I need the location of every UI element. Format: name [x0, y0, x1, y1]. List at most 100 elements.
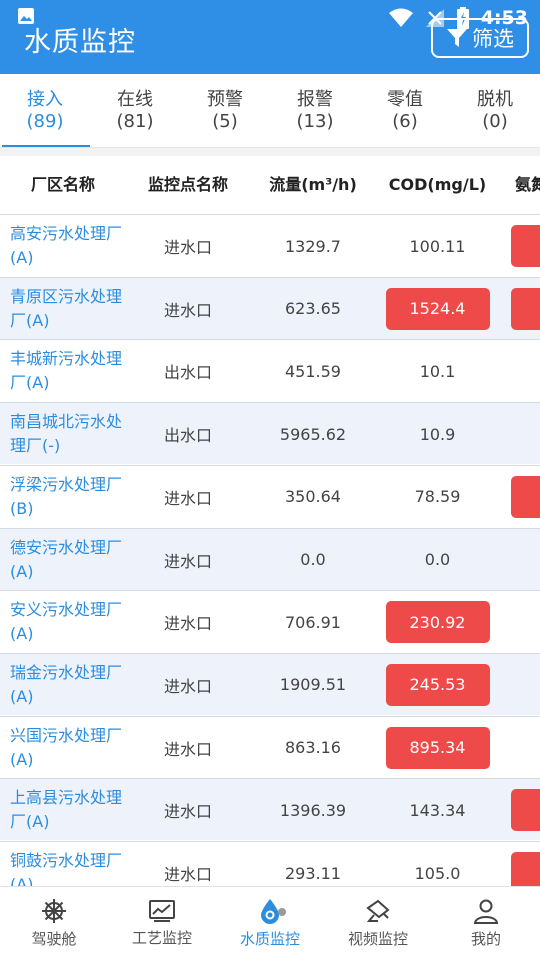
table-row[interactable]: 兴国污水处理厂(A) 进水口 863.16 895.34	[0, 715, 540, 779]
tab-count: (6)	[392, 110, 418, 132]
tab-online[interactable]: 在线 (81)	[90, 74, 180, 147]
table-row[interactable]: 铜鼓污水处理厂(A) 进水口 293.11 105.0	[0, 841, 540, 886]
table-row[interactable]: 安义污水处理厂(A) 进水口 706.91 230.92	[0, 590, 540, 653]
nav-cockpit[interactable]: 驾驶舱	[0, 887, 108, 960]
table-row[interactable]: 丰城新污水处理厂(A) 出水口 451.59 10.1	[0, 339, 540, 402]
camera-icon	[366, 899, 390, 922]
cod-value: 10.9	[419, 424, 456, 444]
tab-label: 零值	[387, 88, 423, 110]
monitoring-point: 进水口	[163, 739, 212, 759]
cod-value: 105.0	[414, 863, 461, 883]
nav-process-monitoring[interactable]: 工艺监控	[108, 887, 216, 960]
flow-value: 350.64	[285, 487, 341, 507]
plant-name-link[interactable]: 高安污水处理厂(A)	[4, 215, 122, 277]
header-point-name: 监控点名称	[147, 175, 228, 194]
ammonia-alarm-badge	[511, 475, 540, 518]
flow-value: 1329.7	[285, 236, 341, 256]
table-row[interactable]: 南昌城北污水处理厂(-) 出水口 5965.62 10.9	[0, 402, 540, 465]
table-row[interactable]: 青原区污水处理厂(A) 进水口 623.65 1524.4	[0, 276, 540, 340]
nav-label: 驾驶舱	[31, 930, 77, 948]
cod-value-alarm: 895.34	[385, 726, 490, 769]
monitoring-point: 进水口	[163, 865, 212, 884]
cod-value: 0.0	[424, 550, 451, 569]
cod-value-alarm: 1524.4	[385, 287, 490, 330]
flow-value: 1909.51	[279, 675, 347, 695]
cod-cell: 1524.4	[380, 278, 495, 340]
tab-alarm[interactable]: 报警 (13)	[270, 74, 360, 147]
page-title: 水质监控	[24, 27, 136, 58]
monitoring-point: 进水口	[163, 238, 212, 257]
nav-profile[interactable]: 我的	[432, 887, 540, 960]
monitoring-table[interactable]: 厂区名称 监控点名称 流量(m³/h) COD(mg/L) 氨氮 高安污水处理厂…	[0, 156, 540, 886]
plant-name-link[interactable]: 瑞金污水处理厂(A)	[4, 654, 122, 716]
tab-zero-value[interactable]: 零值 (6)	[360, 74, 450, 147]
cod-cell: 10.1	[380, 340, 495, 402]
table-row[interactable]: 浮梁污水处理厂(B) 进水口 350.64 78.59	[0, 464, 540, 528]
ammonia-alarm-badge	[511, 789, 540, 832]
tab-label: 在线	[117, 88, 153, 110]
plant-name-link[interactable]: 铜鼓污水处理厂(A)	[4, 842, 122, 886]
tab-active-indicator	[2, 145, 90, 147]
monitoring-point: 进水口	[163, 488, 212, 508]
app-bar: 4:53 水质监控 筛选	[0, 0, 540, 74]
plant-name-link[interactable]: 丰城新污水处理厂(A)	[4, 340, 122, 402]
tab-connected[interactable]: 接入 (89)	[0, 74, 90, 147]
flow-value: 706.91	[285, 612, 341, 632]
cod-cell: 105.0	[380, 842, 495, 886]
tab-warning[interactable]: 预警 (5)	[180, 74, 270, 147]
plant-name-link[interactable]: 上高县污水处理厂(A)	[4, 779, 122, 841]
plant-name-link[interactable]: 南昌城北污水处理厂(-)	[4, 403, 122, 465]
monitoring-point: 进水口	[163, 676, 212, 696]
filter-button[interactable]: 筛选	[431, 18, 529, 58]
status-tabs: 接入 (89) 在线 (81) 预警 (5) 报警 (13) 零值 (6) 脱机…	[0, 74, 540, 148]
flow-value: 293.11	[285, 863, 341, 883]
tab-label: 接入	[27, 88, 63, 110]
ship-wheel-icon	[42, 899, 66, 923]
tab-count: (5)	[212, 110, 238, 132]
cod-cell: 10.9	[380, 403, 495, 465]
ammonia-alarm-badge	[511, 225, 540, 267]
header-plant-name: 厂区名称	[30, 175, 95, 194]
header-ammonia: 氨氮	[515, 175, 540, 194]
header-flow: 流量(m³/h)	[269, 175, 357, 194]
nav-video-monitoring[interactable]: 视频监控	[324, 887, 432, 960]
tab-offline[interactable]: 脱机 (0)	[450, 74, 540, 147]
cod-cell: 230.92	[380, 591, 495, 653]
plant-name-link[interactable]: 安义污水处理厂(A)	[4, 591, 122, 653]
nav-label: 工艺监控	[131, 929, 192, 947]
tab-label: 预警	[207, 88, 243, 110]
plant-name-link[interactable]: 浮梁污水处理厂(B)	[4, 466, 122, 528]
nav-label: 我的	[470, 930, 501, 948]
flow-value: 623.65	[285, 299, 341, 319]
line-chart-icon	[149, 900, 175, 922]
flow-value: 863.16	[285, 738, 341, 758]
funnel-icon	[447, 29, 467, 47]
nav-indicator-dot	[278, 908, 286, 916]
monitoring-point: 进水口	[163, 802, 212, 822]
nav-label: 水质监控	[239, 930, 300, 948]
nav-label: 视频监控	[347, 930, 408, 948]
tab-count: (81)	[116, 110, 154, 132]
table-row[interactable]: 上高县污水处理厂(A) 进水口 1396.39 143.34	[0, 778, 540, 841]
cod-value: 100.11	[409, 236, 466, 256]
filter-button-label: 筛选	[472, 27, 514, 51]
flow-value: 5965.62	[279, 424, 347, 444]
monitoring-point: 进水口	[163, 551, 212, 571]
plant-name-link[interactable]: 青原区污水处理厂(A)	[4, 278, 122, 340]
cod-cell: 0.0	[380, 529, 495, 591]
flow-value: 0.0	[300, 550, 326, 569]
table-row[interactable]: 德安污水处理厂(A) 进水口 0.0 0.0	[0, 527, 540, 591]
table-row[interactable]: 高安污水处理厂(A) 进水口 1329.7 100.11	[0, 214, 540, 276]
flow-value: 1396.39	[279, 800, 347, 820]
cod-value: 78.59	[414, 487, 461, 507]
flow-value: 451.59	[285, 361, 341, 381]
nav-water-quality[interactable]: 水质监控	[216, 887, 324, 960]
ammonia-alarm-badge	[511, 852, 540, 886]
plant-name-link[interactable]: 德安污水处理厂(A)	[4, 529, 122, 591]
cod-cell: 100.11	[380, 215, 495, 277]
cod-value-alarm: 230.92	[385, 601, 490, 644]
table-row[interactable]: 瑞金污水处理厂(A) 进水口 1909.51 245.53	[0, 652, 540, 716]
monitoring-point: 进水口	[163, 300, 212, 320]
monitoring-point: 出水口	[163, 363, 212, 383]
plant-name-link[interactable]: 兴国污水处理厂(A)	[4, 717, 122, 779]
